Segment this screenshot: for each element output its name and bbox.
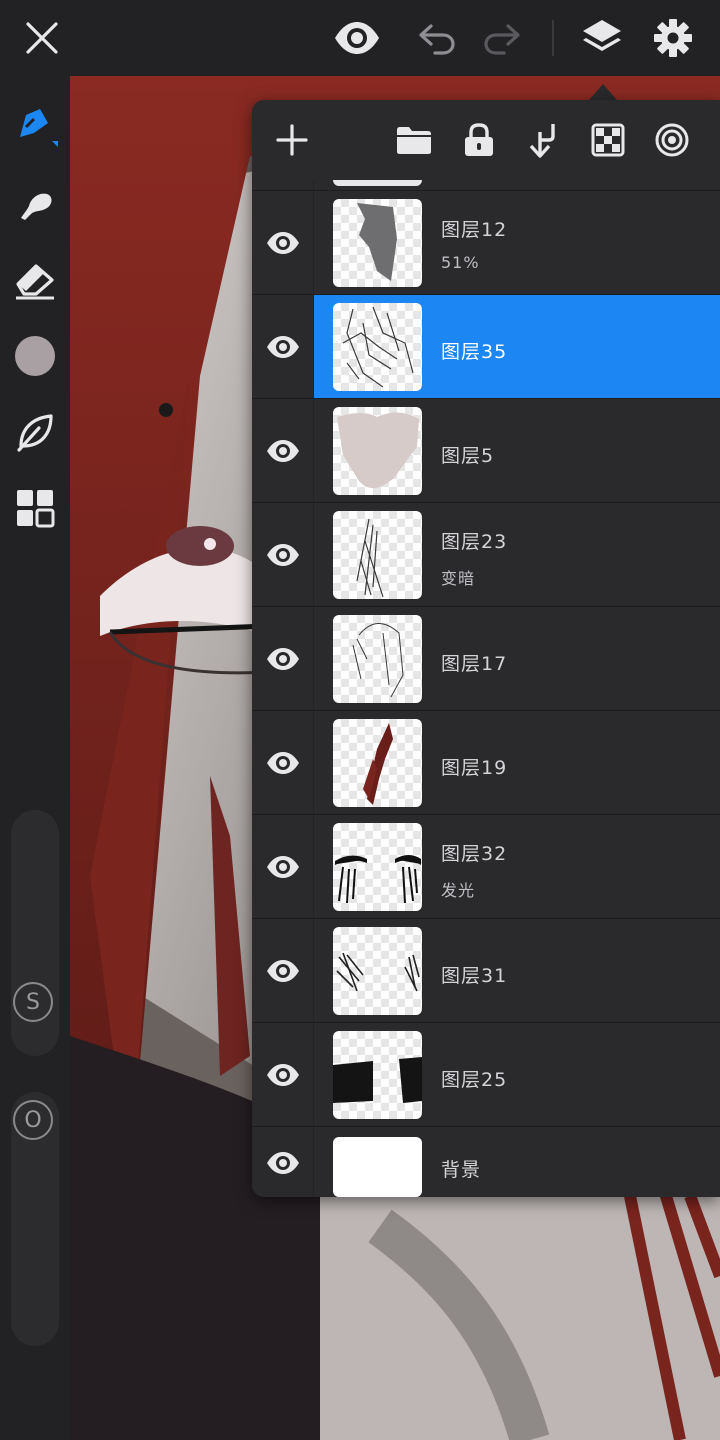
eraser-tool-icon bbox=[16, 264, 54, 300]
blend-mode-button[interactable] bbox=[644, 112, 700, 168]
color-swatch-button[interactable] bbox=[7, 328, 63, 384]
gear-icon bbox=[654, 19, 692, 57]
layer-name: 图层12 bbox=[441, 219, 508, 241]
layer-row[interactable]: 图层35 bbox=[252, 294, 720, 398]
eye-icon bbox=[266, 335, 299, 358]
pen-tool-button[interactable] bbox=[7, 98, 63, 154]
layer-name: 图层19 bbox=[441, 757, 508, 779]
smudge-tool-icon bbox=[21, 193, 52, 220]
alpha-lock-button[interactable] bbox=[580, 112, 636, 168]
eye-icon bbox=[266, 439, 299, 462]
settings-button[interactable] bbox=[645, 10, 701, 66]
layer-visibility-toggle[interactable] bbox=[252, 191, 314, 294]
transparency-icon bbox=[591, 123, 625, 157]
layer-name: 图层17 bbox=[441, 653, 508, 675]
layer-row[interactable]: 图层5 bbox=[252, 398, 720, 502]
layer-thumbnail bbox=[333, 199, 422, 287]
layers-panel: 图层12 51% 图层35 图层5 图层23 变暗图层17 图层19 图层32 发光图层31 图层… bbox=[252, 100, 720, 1197]
layer-name: 图层25 bbox=[441, 1069, 508, 1091]
add-layer-icon bbox=[276, 124, 308, 156]
top-toolbar bbox=[0, 0, 720, 76]
merge-down-button[interactable] bbox=[515, 112, 571, 168]
layers-icon bbox=[583, 20, 621, 51]
add-layer-button[interactable] bbox=[264, 112, 320, 168]
toolbar-divider bbox=[552, 20, 554, 56]
eye-icon bbox=[266, 543, 299, 566]
layer-blend-info: 发光 bbox=[441, 881, 476, 900]
layers-button[interactable] bbox=[574, 10, 630, 66]
eye-icon bbox=[266, 1151, 299, 1174]
lock-icon bbox=[465, 123, 493, 156]
layer-visibility-toggle[interactable] bbox=[252, 815, 314, 918]
eye-icon bbox=[266, 1063, 299, 1086]
layer-thumbnail bbox=[333, 303, 422, 391]
eye-icon bbox=[266, 231, 299, 254]
eye-icon bbox=[266, 959, 299, 982]
layer-thumbnail bbox=[333, 823, 422, 911]
layer-row[interactable]: 图层12 51% bbox=[252, 190, 720, 294]
layer-visibility-toggle[interactable] bbox=[252, 919, 314, 1022]
close-icon bbox=[26, 22, 58, 54]
grid-menu-icon bbox=[17, 490, 55, 528]
brush-library-button[interactable] bbox=[7, 404, 63, 460]
layer-name: 图层32 bbox=[441, 843, 508, 865]
folder-icon bbox=[397, 127, 431, 154]
layer-row[interactable]: 背景 bbox=[252, 1126, 720, 1197]
layer-thumbnail bbox=[333, 1031, 422, 1119]
pen-tool-icon bbox=[20, 109, 58, 147]
undo-button[interactable] bbox=[409, 10, 465, 66]
color-swatch bbox=[15, 336, 55, 376]
merge-down-icon bbox=[529, 124, 555, 158]
blend-mode-icon bbox=[655, 123, 689, 157]
eye-icon bbox=[335, 22, 379, 54]
size-slider-label: S bbox=[13, 982, 53, 1022]
layer-name: 图层31 bbox=[441, 965, 508, 987]
layer-thumbnail bbox=[333, 1137, 422, 1197]
layer-thumbnail bbox=[333, 927, 422, 1015]
eye-icon bbox=[266, 855, 299, 878]
layer-thumbnail bbox=[333, 615, 422, 703]
layer-row[interactable]: 图层19 bbox=[252, 710, 720, 814]
eye-icon bbox=[266, 751, 299, 774]
opacity-slider-label: O bbox=[13, 1100, 53, 1140]
tool-sidebar: S O bbox=[0, 76, 70, 1440]
layer-visibility-toggle[interactable] bbox=[252, 607, 314, 710]
menu-grid-button[interactable] bbox=[7, 480, 63, 536]
smudge-tool-button[interactable] bbox=[7, 176, 63, 232]
layer-row[interactable]: 图层31 bbox=[252, 918, 720, 1022]
leaf-brush-icon bbox=[17, 414, 53, 452]
layer-row[interactable]: 图层25 bbox=[252, 1022, 720, 1126]
layers-panel-pointer bbox=[589, 84, 617, 100]
layer-visibility-toggle[interactable] bbox=[252, 399, 314, 502]
layer-thumbnail bbox=[333, 719, 422, 807]
close-button[interactable] bbox=[14, 10, 70, 66]
layer-name: 图层5 bbox=[441, 445, 495, 467]
layer-row[interactable]: 图层23 变暗 bbox=[252, 502, 720, 606]
layer-visibility-toggle[interactable] bbox=[252, 295, 314, 398]
new-folder-button[interactable] bbox=[386, 112, 442, 168]
layer-thumbnail bbox=[333, 407, 422, 495]
layer-row[interactable]: 图层17 bbox=[252, 606, 720, 710]
layer-visibility-toggle[interactable] bbox=[252, 711, 314, 814]
layer-row[interactable]: 图层32 发光 bbox=[252, 814, 720, 918]
undo-icon bbox=[419, 24, 455, 55]
layer-name: 背景 bbox=[441, 1159, 482, 1181]
layer-name: 图层23 bbox=[441, 531, 508, 553]
layer-visibility-toggle[interactable] bbox=[252, 1127, 314, 1197]
visibility-button[interactable] bbox=[329, 10, 385, 66]
previous-layer-peek bbox=[333, 180, 422, 186]
layer-visibility-toggle[interactable] bbox=[252, 503, 314, 606]
redo-icon bbox=[484, 24, 520, 55]
layer-blend-info: 变暗 bbox=[441, 569, 476, 588]
eraser-tool-button[interactable] bbox=[7, 252, 63, 308]
layer-name: 图层35 bbox=[441, 341, 508, 363]
previous-layer-divider bbox=[313, 180, 314, 190]
redo-button[interactable] bbox=[474, 10, 530, 66]
layer-visibility-toggle[interactable] bbox=[252, 1023, 314, 1126]
layer-blend-info: 51% bbox=[441, 253, 480, 272]
lock-layer-button[interactable] bbox=[451, 112, 507, 168]
layer-thumbnail bbox=[333, 511, 422, 599]
eye-icon bbox=[266, 647, 299, 670]
